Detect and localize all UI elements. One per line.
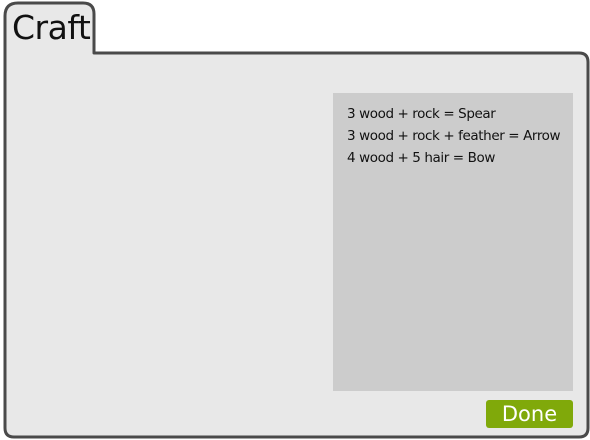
craft-window: Craft 3 wood + rock = Spear 3 wood + roc… <box>0 0 590 440</box>
recipe-bow[interactable]: 4 wood + 5 hair = Bow <box>347 147 573 169</box>
done-button[interactable]: Done <box>486 400 573 428</box>
recipe-arrow[interactable]: 3 wood + rock + feather = Arrow <box>347 125 573 147</box>
recipe-spear[interactable]: 3 wood + rock = Spear <box>347 103 573 125</box>
window-title-tab: Craft <box>12 8 91 47</box>
recipe-list-panel: 3 wood + rock = Spear 3 wood + rock + fe… <box>333 93 573 391</box>
recipe-list: 3 wood + rock = Spear 3 wood + rock + fe… <box>347 103 573 169</box>
